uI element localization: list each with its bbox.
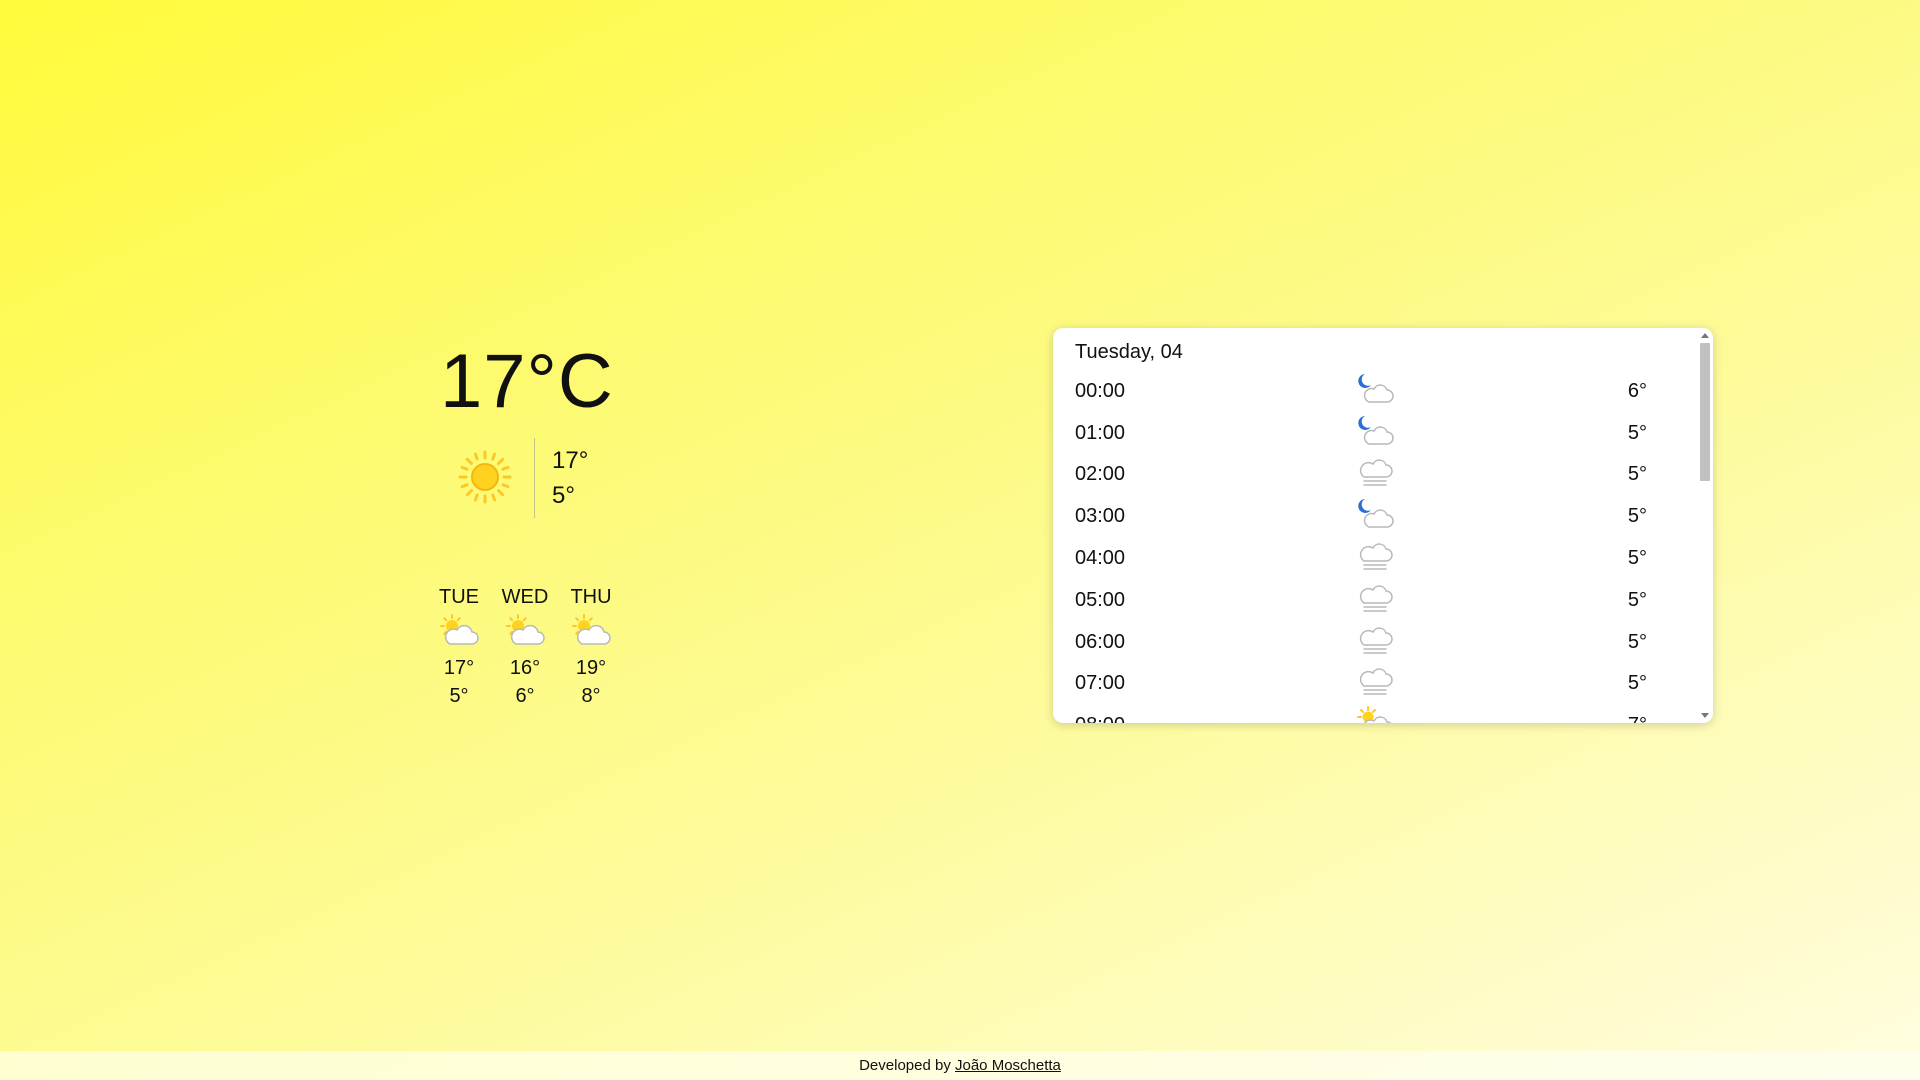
- author-link[interactable]: João Moschetta: [955, 1057, 1061, 1074]
- hourly-list[interactable]: Tuesday, 04 00:00 6° 01:00 5° 02:00 5° 0…: [1053, 328, 1697, 723]
- hour-time: 08:00: [1075, 711, 1125, 723]
- partly-cloudy-night-icon: [1358, 374, 1394, 403]
- hour-row: 07:00 5°: [1053, 662, 1697, 704]
- partly-cloudy-night-icon: [1358, 499, 1394, 528]
- fog-icon: [1359, 627, 1393, 654]
- scrollbar[interactable]: [1697, 328, 1713, 723]
- hour-temp: 5°: [1627, 547, 1647, 569]
- forecast-low-temp: 6°: [515, 685, 535, 707]
- hour-time: 07:00: [1075, 672, 1126, 694]
- daily-forecast: TUE 17° 5° WED 16° 6° THU 19° 8°: [426, 584, 624, 710]
- hour-temp: 5°: [1627, 672, 1647, 694]
- forecast-day-name: THU: [570, 586, 612, 608]
- divider: [534, 438, 535, 518]
- hour-time: 06:00: [1075, 631, 1126, 653]
- partly-cloudy-day-icon: [506, 614, 545, 645]
- hour-row: 03:00 5°: [1053, 495, 1697, 537]
- hour-time: 01:00: [1075, 422, 1126, 444]
- hour-time: 05:00: [1075, 589, 1126, 611]
- hour-temp: 7°: [1628, 711, 1647, 723]
- current-high-temp: 17°: [552, 447, 589, 474]
- hour-row: 08:00 7°: [1053, 704, 1697, 723]
- hour-temp: 5°: [1627, 631, 1647, 653]
- hour-row: 05:00 5°: [1053, 579, 1697, 621]
- hourly-forecast-panel[interactable]: Tuesday, 04 00:00 6° 01:00 5° 02:00 5° 0…: [1053, 328, 1713, 723]
- forecast-day-name: WED: [501, 586, 549, 608]
- footer-prefix: Developed by: [859, 1057, 951, 1074]
- forecast-low-temp: 8°: [581, 685, 601, 707]
- partly-cloudy-day-icon: [1357, 706, 1392, 723]
- fog-icon: [1359, 585, 1393, 612]
- scroll-down-arrow-icon[interactable]: [1701, 713, 1709, 718]
- hour-row: 01:00 5°: [1053, 412, 1697, 454]
- forecast-low-temp: 5°: [449, 685, 469, 707]
- hour-temp: 5°: [1627, 422, 1647, 444]
- hourly-date: Tuesday, 04: [1075, 341, 1183, 363]
- hour-temp: 5°: [1627, 589, 1647, 611]
- footer: Developed by João Moschetta: [0, 1051, 1920, 1080]
- fog-icon: [1359, 543, 1393, 570]
- hour-temp: 5°: [1627, 505, 1647, 527]
- partly-cloudy-day-icon: [572, 614, 611, 645]
- hour-row: 02:00 5°: [1053, 453, 1697, 495]
- scroll-up-arrow-icon[interactable]: [1701, 333, 1709, 338]
- forecast-day: WED 16° 6°: [492, 584, 558, 710]
- forecast-high-temp: 17°: [443, 657, 475, 679]
- forecast-day: THU 19° 8°: [558, 584, 624, 710]
- hour-time: 00:00: [1075, 380, 1126, 402]
- fog-icon: [1359, 668, 1393, 695]
- forecast-high-temp: 16°: [509, 657, 541, 679]
- hour-time: 03:00: [1075, 505, 1126, 527]
- hour-row: 00:00 6°: [1053, 370, 1697, 412]
- forecast-day-name: TUE: [439, 586, 479, 608]
- partly-cloudy-day-icon: [440, 614, 479, 645]
- partly-cloudy-night-icon: [1358, 416, 1394, 445]
- sun-icon: [458, 450, 512, 504]
- hour-row: 06:00 5°: [1053, 621, 1697, 663]
- hour-row: 04:00 5°: [1053, 537, 1697, 579]
- fog-icon: [1359, 459, 1393, 486]
- hour-time: 02:00: [1075, 463, 1126, 485]
- current-low-temp: 5°: [552, 482, 575, 509]
- current-temperature: 17°C: [440, 339, 614, 424]
- forecast-day: TUE 17° 5°: [426, 584, 492, 710]
- hour-temp: 5°: [1627, 463, 1647, 485]
- forecast-high-temp: 19°: [575, 657, 607, 679]
- scrollbar-thumb[interactable]: [1700, 343, 1710, 481]
- hour-time: 04:00: [1075, 547, 1126, 569]
- hour-temp: 6°: [1627, 380, 1647, 402]
